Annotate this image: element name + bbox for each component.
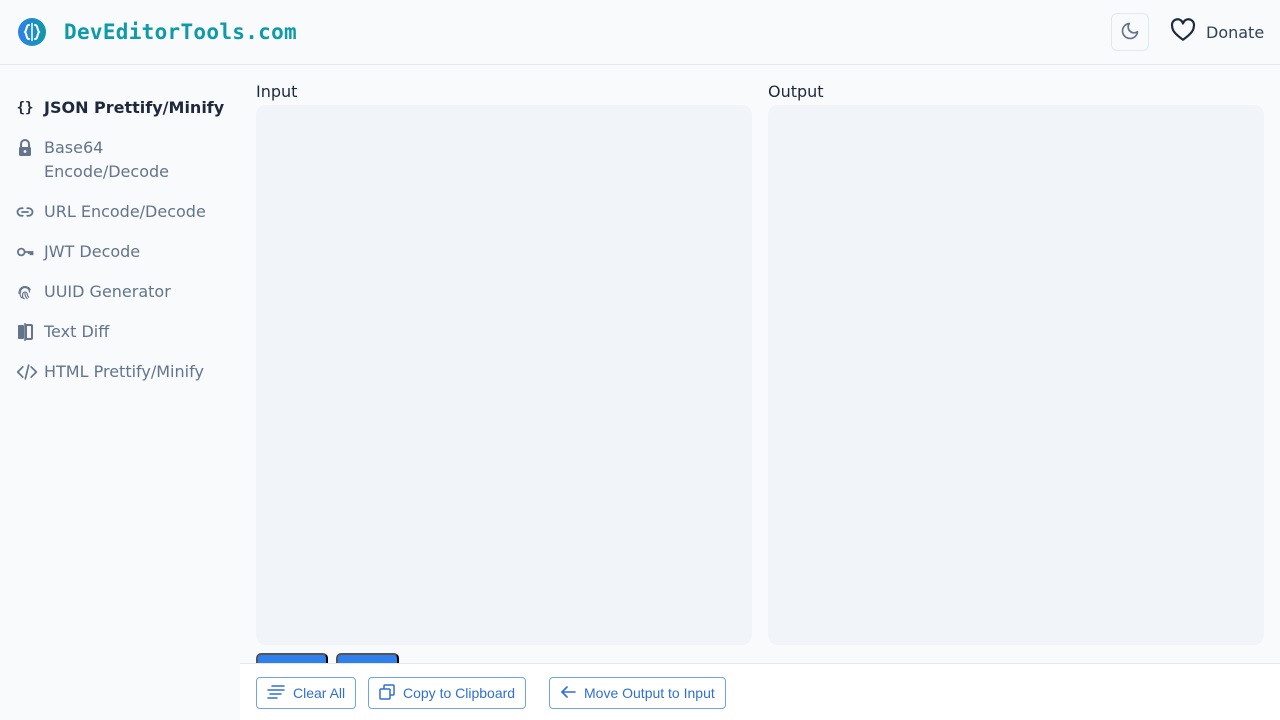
link-icon (16, 203, 34, 221)
fingerprint-icon (16, 283, 34, 301)
sidebar-item-jwt-decode[interactable]: JWT Decode (16, 240, 231, 264)
sidebar-item-label: Text Diff (44, 322, 110, 341)
compare-icon (16, 323, 34, 341)
bottom-toolbar: Clear All Copy to Clipboard Move Output … (240, 663, 1280, 720)
lock-icon (16, 139, 34, 157)
output-editor[interactable] (768, 105, 1264, 645)
sidebar-item-label: URL Encode/Decode (44, 202, 206, 221)
input-label: Input (256, 82, 298, 101)
clear-all-button[interactable]: Clear All (256, 677, 357, 709)
donate-label: Donate (1206, 22, 1265, 42)
top-header: DevEditorTools.com Donate (0, 0, 1280, 65)
sidebar-item-html-prettify[interactable]: HTML Prettify/Minify (16, 360, 231, 384)
sidebar-item-uuid-generator[interactable]: UUID Generator (16, 280, 231, 304)
sidebar-item-label: HTML Prettify/Minify (44, 362, 204, 381)
code-icon (16, 363, 38, 381)
copy-label: Copy to Clipboard (403, 685, 516, 701)
sidebar-item-label: UUID Generator (44, 282, 171, 301)
heart-icon (1170, 18, 1196, 46)
sidebar-item-text-diff[interactable]: Text Diff (16, 320, 231, 344)
theme-toggle-button[interactable] (1111, 13, 1149, 51)
sidebar-item-label: Base64 Encode/Decode (44, 138, 169, 181)
braces-icon: {} (16, 100, 34, 116)
move-output-label: Move Output to Input (584, 685, 715, 701)
copy-to-clipboard-button[interactable]: Copy to Clipboard (368, 677, 527, 709)
copy-icon (379, 683, 395, 703)
sidebar-item-label: JSON Prettify/Minify (44, 98, 225, 117)
move-output-to-input-button[interactable]: Move Output to Input (549, 677, 726, 709)
output-label: Output (768, 82, 824, 101)
key-icon (16, 243, 34, 261)
clear-all-label: Clear All (293, 685, 346, 701)
donate-link[interactable]: Donate (1170, 18, 1264, 46)
arrow-left-icon (560, 685, 576, 702)
sidebar-item-base64[interactable]: Base64 Encode/Decode (16, 136, 231, 184)
sidebar-item-json-prettify[interactable]: {} JSON Prettify/Minify (16, 96, 231, 120)
sidebar-item-label: JWT Decode (44, 242, 141, 261)
clear-lines-icon (267, 684, 285, 702)
site-logo-text[interactable]: DevEditorTools.com (64, 16, 297, 48)
logo-icon[interactable] (18, 18, 46, 46)
input-editor[interactable] (256, 105, 752, 645)
sidebar: {} JSON Prettify/Minify Base64 Encode/De… (0, 65, 240, 720)
moon-icon (1120, 21, 1140, 44)
sidebar-item-url-encode[interactable]: URL Encode/Decode (16, 200, 231, 224)
